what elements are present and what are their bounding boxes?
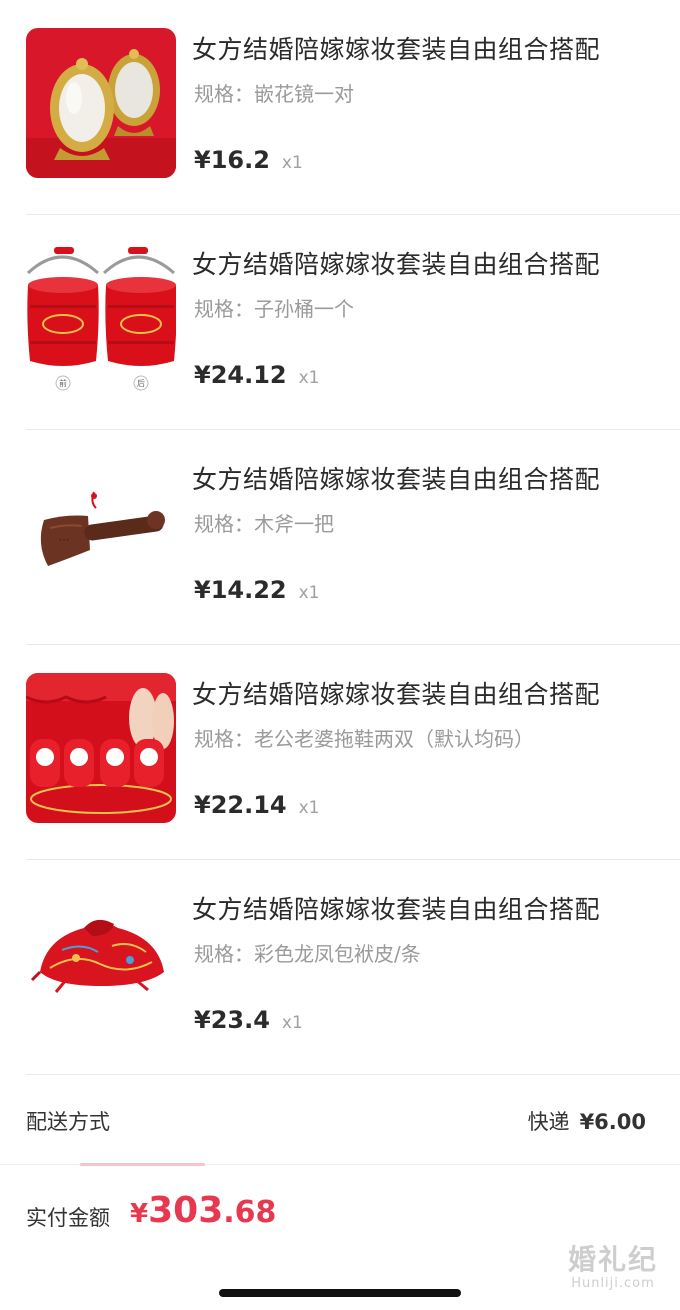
paid-amount-label: 实付金额 xyxy=(26,1206,110,1230)
price-row: ¥16.2 x1 xyxy=(194,146,303,174)
item-title: 女方结婚陪嫁嫁妆套装自由组合搭配 xyxy=(192,465,601,494)
item-price: ¥14.22 xyxy=(194,576,287,604)
price-row: ¥23.4 x1 xyxy=(194,1006,303,1034)
delivery-label: 配送方式 xyxy=(26,1110,110,1134)
item-title: 女方结婚陪嫁嫁妆套装自由组合搭配 xyxy=(192,895,601,924)
item-spec: 规格：子孙桶一个 xyxy=(194,297,354,321)
order-item[interactable]: 女方结婚陪嫁嫁妆套装自由组合搭配 规格：嵌花镜一对 ¥16.2 x1 xyxy=(0,0,680,215)
item-title: 女方结婚陪嫁嫁妆套装自由组合搭配 xyxy=(192,250,601,279)
price-row: ¥14.22 x1 xyxy=(194,576,320,604)
bucket-image: 前 后 xyxy=(26,243,176,393)
price-row: ¥24.12 x1 xyxy=(194,361,320,389)
mirror-pair-image xyxy=(26,28,176,178)
item-spec: 规格：木斧一把 xyxy=(194,512,334,536)
item-price: ¥22.14 xyxy=(194,791,287,819)
paid-amount: ¥303.68 xyxy=(130,1190,276,1231)
currency-symbol: ¥ xyxy=(130,1199,149,1229)
item-spec: 规格：老公老婆拖鞋两双（默认均码） xyxy=(194,727,534,751)
back-caption: 后 xyxy=(137,378,145,388)
amount-decimal: .68 xyxy=(223,1195,277,1230)
amount-integer: 303 xyxy=(148,1190,224,1231)
order-item[interactable]: 前 后 女方结婚陪嫁嫁妆套装自由组合搭配 规格：子孙桶一个 ¥24.12 x1 xyxy=(0,215,680,430)
item-quantity: x1 xyxy=(281,153,303,173)
item-quantity: x1 xyxy=(298,368,320,388)
price-row: ¥22.14 x1 xyxy=(194,791,320,819)
item-price: ¥24.12 xyxy=(194,361,287,389)
item-price: ¥16.2 xyxy=(194,146,270,174)
home-indicator[interactable] xyxy=(219,1289,461,1297)
delivery-method: 快递 xyxy=(527,1110,570,1134)
watermark-logo: 婚礼纪 Hunliji.com xyxy=(567,1243,658,1291)
order-item[interactable]: 女方结婚陪嫁嫁妆套装自由组合搭配 规格：老公老婆拖鞋两双（默认均码） ¥22.1… xyxy=(0,645,680,860)
bundle-cloth-image xyxy=(26,888,176,1038)
item-title: 女方结婚陪嫁嫁妆套装自由组合搭配 xyxy=(192,35,601,64)
item-spec: 规格：嵌花镜一对 xyxy=(194,82,354,106)
item-title: 女方结婚陪嫁嫁妆套装自由组合搭配 xyxy=(192,680,601,709)
delivery-value: 快递 ¥6.00 xyxy=(528,1106,646,1136)
order-item[interactable]: ··· 女方结婚陪嫁嫁妆套装自由组合搭配 规格：木斧一把 ¥14.22 x1 xyxy=(0,430,680,645)
item-price: ¥23.4 xyxy=(194,1006,270,1034)
order-item[interactable]: 女方结婚陪嫁嫁妆套装自由组合搭配 规格：彩色龙凤包袱皮/条 ¥23.4 x1 xyxy=(0,860,680,1075)
item-quantity: x1 xyxy=(298,583,320,603)
svg-text:···: ··· xyxy=(58,533,69,547)
delivery-fee: ¥6.00 xyxy=(579,1110,646,1134)
item-quantity: x1 xyxy=(281,1013,303,1033)
item-quantity: x1 xyxy=(298,798,320,818)
slippers-image xyxy=(26,673,176,823)
item-spec: 规格：彩色龙凤包袱皮/条 xyxy=(194,942,421,966)
order-item-list: 女方结婚陪嫁嫁妆套装自由组合搭配 规格：嵌花镜一对 ¥16.2 x1 前 后 女… xyxy=(0,0,680,1075)
front-caption: 前 xyxy=(59,378,67,388)
wooden-axe-image: ··· xyxy=(26,458,176,608)
delivery-row[interactable]: 配送方式 快递 ¥6.00 xyxy=(0,1073,680,1165)
